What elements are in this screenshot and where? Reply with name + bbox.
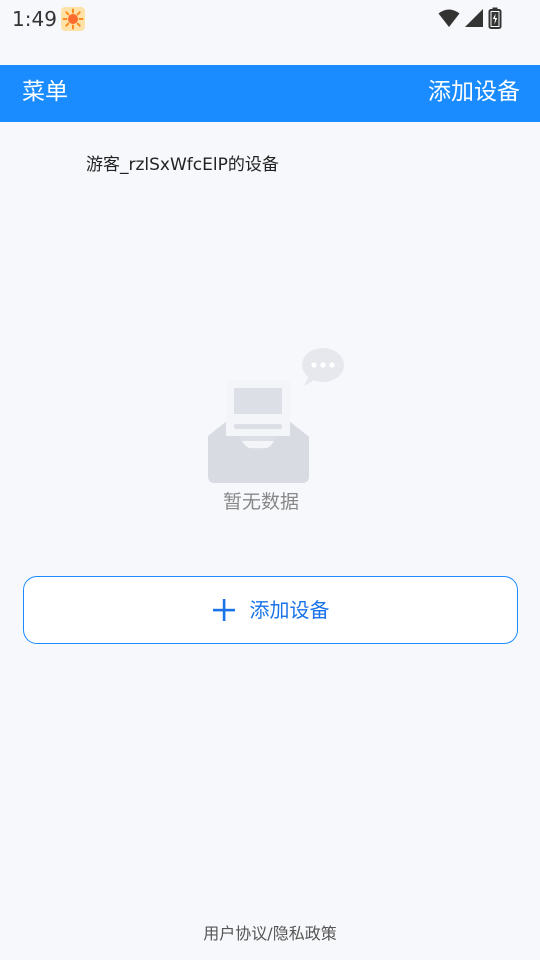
wifi-icon bbox=[438, 9, 460, 27]
status-time: 1:49 bbox=[12, 7, 57, 31]
weather-sun-icon bbox=[61, 7, 85, 31]
empty-inbox-icon bbox=[208, 348, 344, 483]
menu-button[interactable]: 菜单 bbox=[22, 77, 68, 107]
terms-privacy-link[interactable]: 用户协议/隐私政策 bbox=[0, 922, 540, 946]
add-device-button[interactable]: 添加设备 bbox=[23, 576, 518, 644]
top-app-bar: 菜单 添加设备 bbox=[0, 65, 540, 122]
device-list-title: 游客_rzlSxWfcElP的设备 bbox=[86, 155, 279, 175]
plus-icon bbox=[212, 599, 235, 621]
add-device-header-button[interactable]: 添加设备 bbox=[428, 77, 520, 107]
add-device-button-label: 添加设备 bbox=[249, 598, 330, 622]
cellular-signal-icon bbox=[465, 9, 483, 27]
empty-state-text: 暂无数据 bbox=[222, 491, 299, 513]
battery-charging-icon bbox=[488, 7, 502, 29]
status-icons bbox=[438, 6, 502, 30]
status-bar: 1:49 bbox=[0, 0, 540, 40]
